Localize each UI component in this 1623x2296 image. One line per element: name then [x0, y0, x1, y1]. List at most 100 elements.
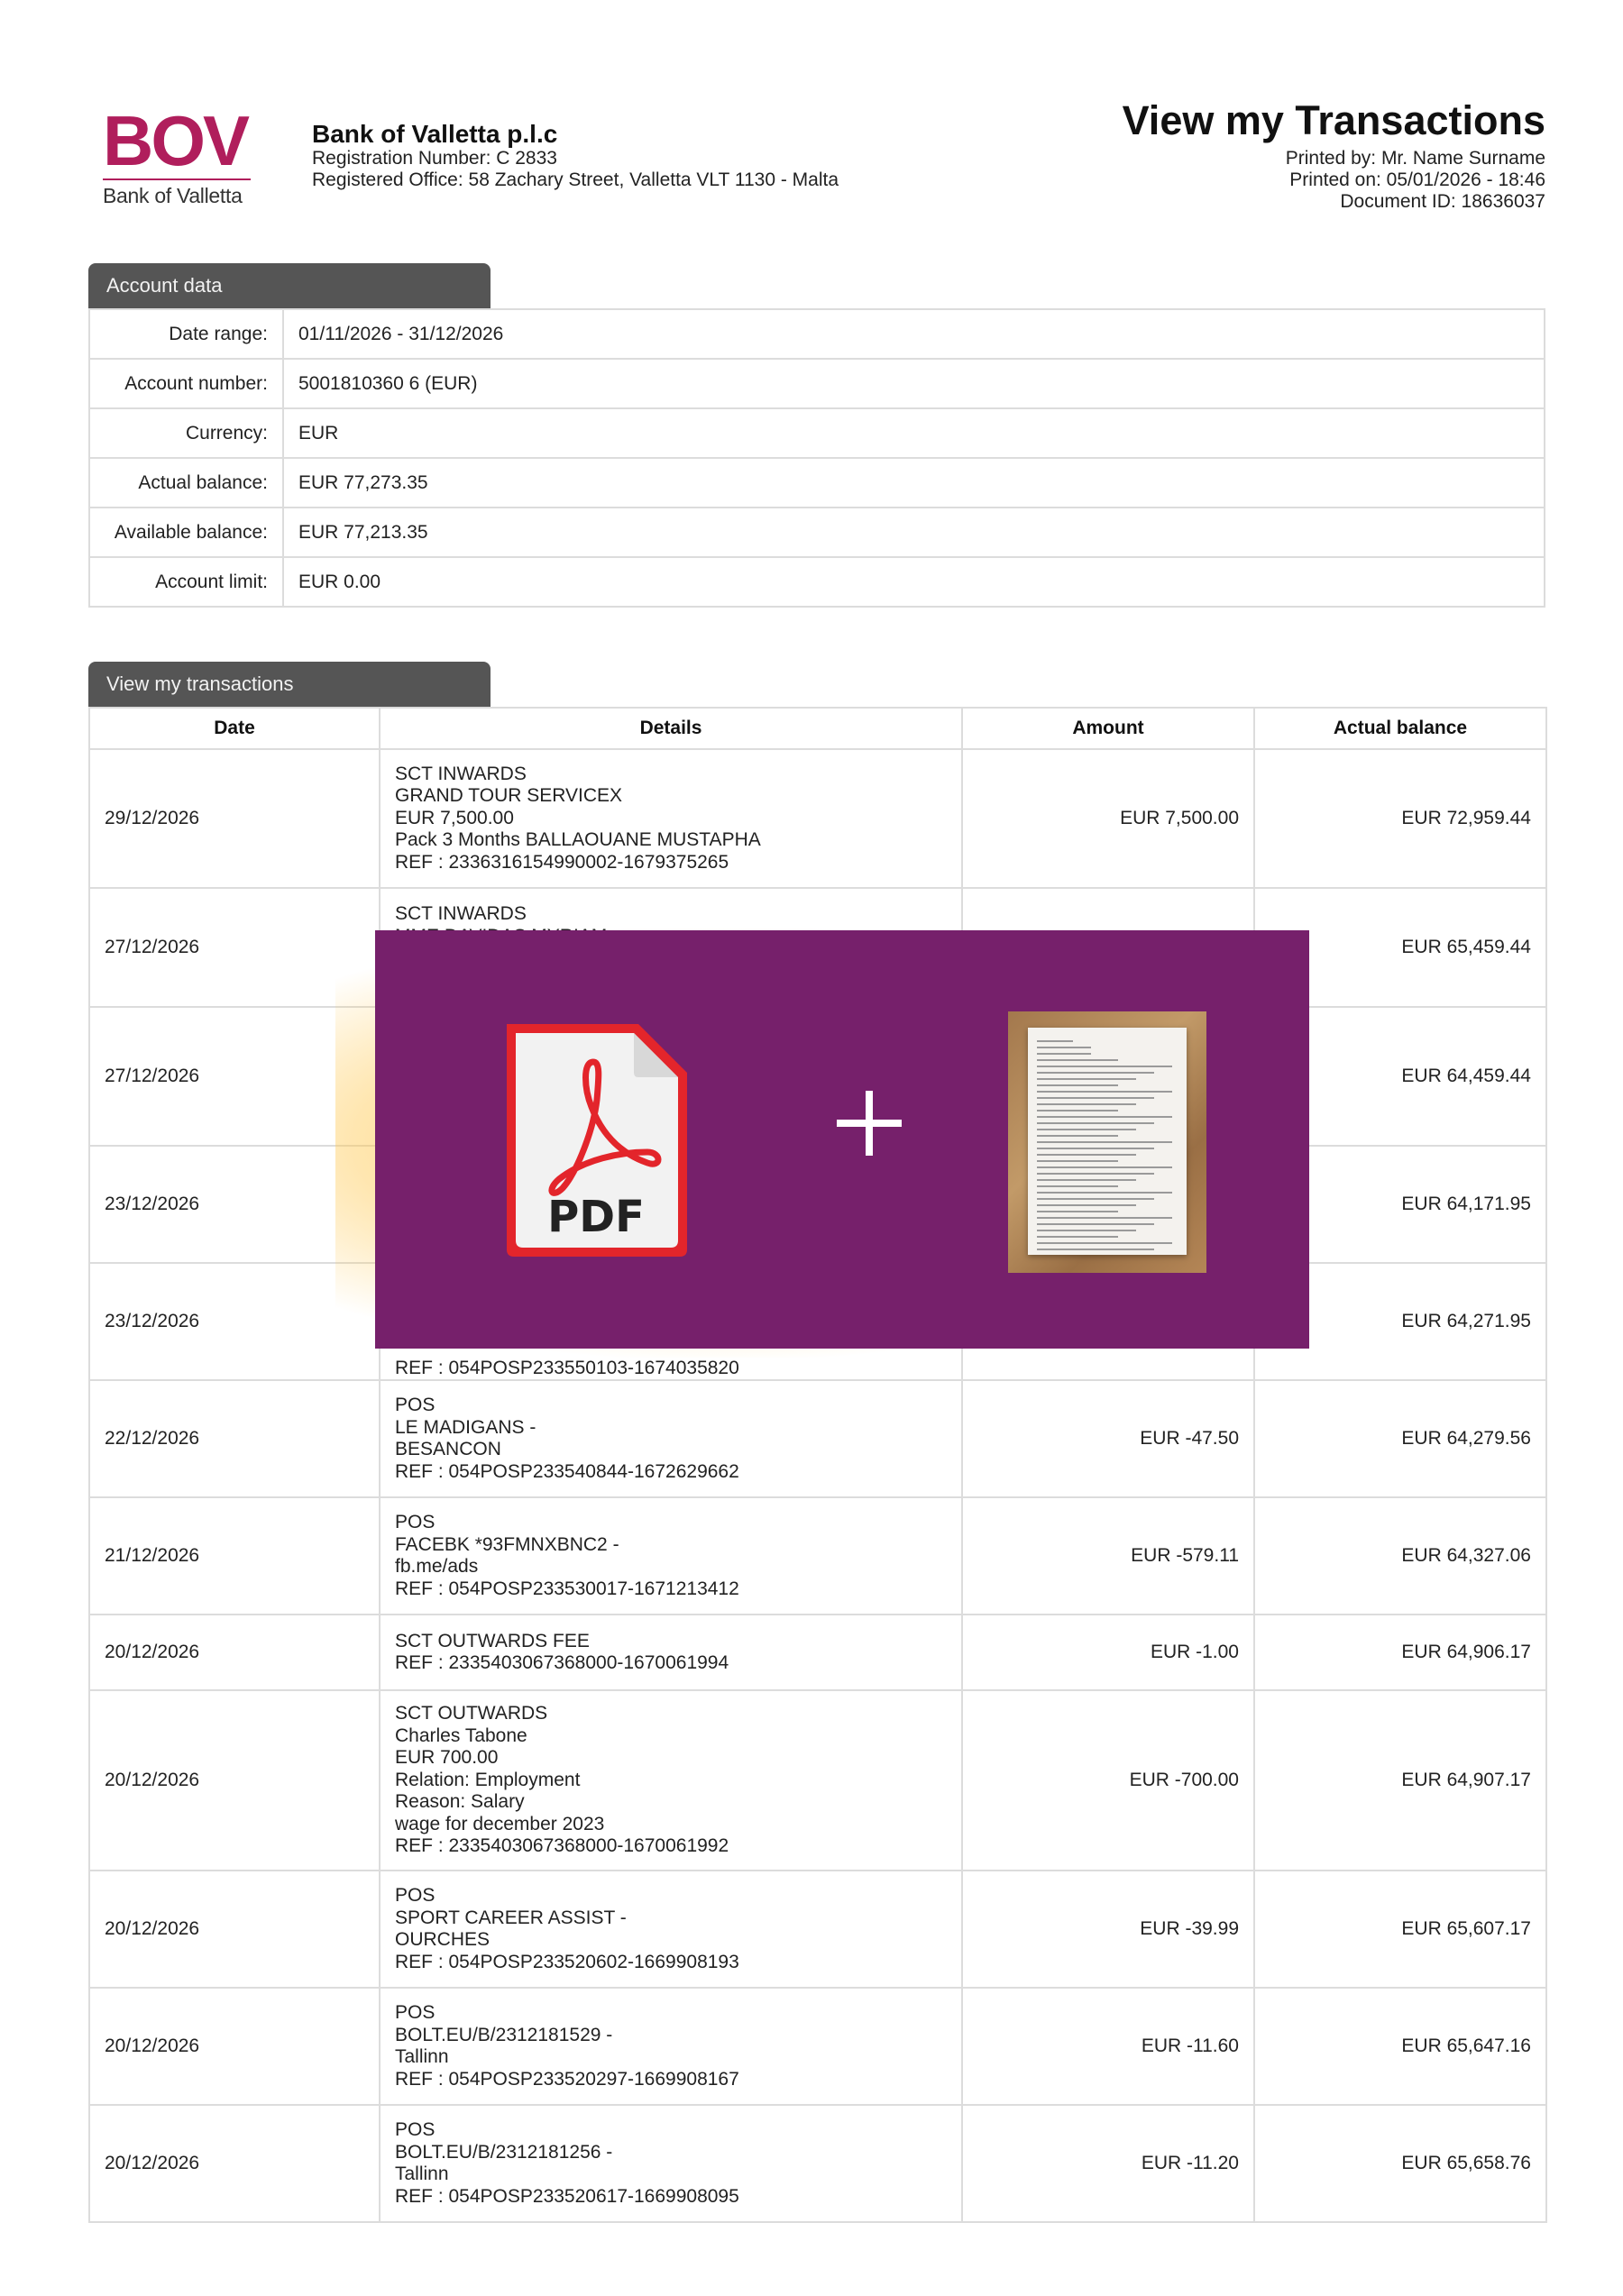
account-row: Available balance: EUR 77,213.35: [88, 507, 1545, 558]
transaction-amount: EUR -47.50: [961, 1379, 1255, 1498]
transaction-date: 20/12/2026: [88, 1689, 381, 1871]
thumbnail-line: [1037, 1179, 1136, 1181]
transaction-detail-line: SCT OUTWARDS FEE: [395, 1630, 590, 1651]
transaction-detail-line: fb.me/ads: [395, 1556, 479, 1577]
thumbnail-line: [1037, 1047, 1091, 1048]
registered-office: Registered Office: 58 Zachary Street, Va…: [312, 169, 839, 190]
transaction-detail-line: Reason: Salary: [395, 1791, 525, 1813]
transaction-detail-line: SCT INWARDS: [395, 903, 527, 924]
table-row: 20/12/2026 SCT OUTWARDS FEE REF : 23354030…: [88, 1614, 1547, 1691]
table-row: 20/12/2026 POS BOLT.EU/B/2312181529 - Talli…: [88, 1987, 1547, 2106]
transaction-amount: EUR -1.00: [961, 1614, 1255, 1691]
transaction-balance: EUR 72,959.44: [1253, 748, 1547, 889]
column-header-amount: Amount: [961, 707, 1255, 750]
thumbnail-line: [1037, 1154, 1136, 1156]
thumbnail-line: [1037, 1135, 1118, 1137]
thumbnail-line: [1037, 1173, 1154, 1175]
transaction-details: POS FACEBK *93FMNXBNC2 - fb.me/ads REF : 05…: [379, 1496, 963, 1615]
thumbnail-line: [1037, 1166, 1172, 1168]
account-field-value: EUR 0.00: [282, 556, 1545, 608]
thumbnail-line: [1037, 1242, 1172, 1244]
transaction-detail-line: REF : 054POSP233520602-1669908193: [395, 1951, 739, 1972]
account-field-value: EUR 77,273.35: [282, 457, 1545, 508]
thumbnail-line: [1037, 1192, 1172, 1194]
account-field-label: Date range:: [88, 308, 284, 360]
transaction-detail-line: EUR 700.00: [395, 1747, 499, 1769]
transaction-detail-line: EUR 7,500.00: [395, 807, 514, 828]
transaction-detail-line: REF : 054POSP233550103-1674035820: [395, 1357, 739, 1378]
transaction-amount: EUR -11.20: [961, 2104, 1255, 2223]
transaction-date: 21/12/2026: [88, 1496, 381, 1615]
bank-info: Bank of Valletta p.l.c Registration Numb…: [312, 121, 839, 191]
account-field-value: 5001810360 6 (EUR): [282, 358, 1545, 409]
transaction-detail-line: Charles Tabone: [395, 1724, 527, 1746]
thumbnail-line: [1037, 1040, 1073, 1042]
column-header-details: Details: [379, 707, 963, 750]
thumbnail-line: [1037, 1097, 1154, 1099]
transaction-detail-line: wage for december 2023: [395, 1813, 605, 1834]
transaction-detail-line: POS: [395, 2002, 436, 2023]
account-field-label: Account number:: [88, 358, 284, 409]
transaction-detail-line: Pack 3 Months BALLAOUANE MUSTAPHA: [395, 829, 761, 851]
thumbnail-line: [1037, 1110, 1118, 1111]
transaction-detail-line: OURCHES: [395, 1929, 491, 1950]
transaction-detail-line: Tallinn: [395, 2046, 449, 2067]
account-row: Date range: 01/11/2026 - 31/12/2026: [88, 308, 1545, 360]
account-row: Actual balance: EUR 77,273.35: [88, 457, 1545, 508]
thumbnail-line: [1037, 1059, 1118, 1061]
thumbnail-line: [1037, 1084, 1118, 1086]
transaction-detail-line: POS: [395, 1885, 436, 1906]
thumbnail-line: [1037, 1066, 1172, 1067]
transaction-balance: EUR 65,607.17: [1253, 1870, 1547, 1989]
account-field-value: 01/11/2026 - 31/12/2026: [282, 308, 1545, 360]
thumbnail-line: [1037, 1091, 1172, 1093]
transaction-details: POS LE MADIGANS - BESANCON REF : 054POSP233…: [379, 1379, 963, 1498]
transaction-detail-line: REF : 2335403067368000-1670061994: [395, 1652, 729, 1673]
transaction-amount: EUR -11.60: [961, 1987, 1255, 2106]
transaction-date: 20/12/2026: [88, 1987, 381, 2106]
transaction-details: SCT OUTWARDS Charles Tabone EUR 700.00 Rela…: [379, 1689, 963, 1871]
transaction-details: POS BOLT.EU/B/2312181529 - Tallinn REF : 05…: [379, 1987, 963, 2106]
transaction-date: 29/12/2026: [88, 748, 381, 889]
transaction-detail-line: REF : 054POSP233520297-1669908167: [395, 2068, 739, 2090]
account-field-label: Account limit:: [88, 556, 284, 608]
transaction-detail-line: REF : 2335403067368000-1670061992: [395, 1835, 729, 1857]
thumbnail-line: [1037, 1160, 1118, 1162]
transaction-detail-line: LE MADIGANS -: [395, 1416, 536, 1438]
printed-by: Printed by: Mr. Name Surname: [1285, 148, 1545, 169]
plus-icon: [837, 1091, 902, 1156]
logo-subtitle: Bank of Valletta: [103, 184, 243, 207]
bank-name: Bank of Valletta p.l.c: [312, 120, 558, 148]
thumbnail-line: [1037, 1129, 1136, 1130]
printed-on: Printed on: 05/01/2026 - 18:46: [1289, 169, 1545, 190]
transaction-amount: EUR -700.00: [961, 1689, 1255, 1871]
transaction-balance: EUR 64,906.17: [1253, 1614, 1547, 1691]
thumbnail-line: [1037, 1249, 1154, 1250]
thumbnail-line: [1037, 1223, 1154, 1225]
transaction-date: 20/12/2026: [88, 2104, 381, 2223]
pdf-label: PDF: [547, 1192, 645, 1242]
account-row: Account number: 5001810360 6 (EUR): [88, 358, 1545, 409]
transaction-detail-line: REF : 054POSP233530017-1671213412: [395, 1578, 739, 1599]
bov-logo: BOV Bank of Valletta: [103, 101, 256, 208]
table-row: 21/12/2026 POS FACEBK *93FMNXBNC2 - fb.me/a…: [88, 1496, 1547, 1615]
transaction-detail-line: Tallinn: [395, 2163, 449, 2184]
thumbnail-line: [1037, 1217, 1172, 1219]
account-row: Account limit: EUR 0.00: [88, 556, 1545, 608]
transaction-details: SCT OUTWARDS FEE REF : 2335403067368000-1…: [379, 1614, 963, 1691]
transaction-detail-line: BOLT.EU/B/2312181529 -: [395, 2024, 613, 2045]
transaction-detail-line: BESANCON: [395, 1439, 501, 1459]
transaction-detail-line: REF : 054POSP233520617-1669908095: [395, 2185, 739, 2207]
thumbnail-paper: [1028, 1028, 1187, 1255]
logo-mark: BOV: [103, 101, 250, 180]
table-row: 29/12/2026 SCT INWARDS GRAND TOUR SERVICEX…: [88, 748, 1547, 889]
transaction-amount: EUR -39.99: [961, 1870, 1255, 1989]
transaction-details: POS SPORT CAREER ASSIST - OURCHES REF : 054…: [379, 1870, 963, 1989]
account-field-label: Available balance:: [88, 507, 284, 558]
transaction-detail-line: REF : 054POSP233540844-1672629662: [395, 1460, 739, 1482]
table-row: 20/12/2026 SCT OUTWARDS Charles Tabone EUR …: [88, 1689, 1547, 1871]
pdf-conversion-banner: PDF: [375, 930, 1309, 1349]
thumbnail-line: [1037, 1148, 1154, 1149]
account-field-label: Actual balance:: [88, 457, 284, 508]
table-row: 20/12/2026 POS BOLT.EU/B/2312181256 - Talli…: [88, 2104, 1547, 2223]
